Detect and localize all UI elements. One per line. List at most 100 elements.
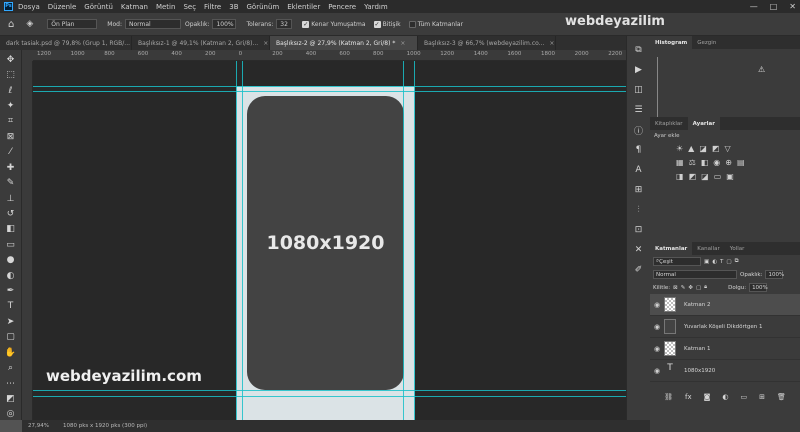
selective-color-icon[interactable]: ▣ [726, 172, 734, 181]
brush-tool-icon[interactable]: ✎ [5, 177, 17, 188]
filter-adjust-icon[interactable]: ◐ [712, 259, 717, 265]
filter-smart-icon[interactable]: ⧉ [735, 258, 739, 265]
close-button[interactable]: ✕ [789, 2, 796, 11]
menu-3d[interactable]: 3B [229, 3, 238, 11]
new-group-icon[interactable]: ▭ [741, 393, 748, 401]
tolerance-input[interactable]: 32 [276, 19, 293, 29]
dodge-tool-icon[interactable]: ◐ [5, 270, 17, 281]
menu-type[interactable]: Metin [156, 3, 175, 11]
menu-image[interactable]: Görüntü [84, 3, 113, 11]
type-tool-icon[interactable]: T [5, 301, 17, 312]
layer-row-rounded-rectangle[interactable]: ◉ Yuvarlak Köşeli Dikdörtgen 1 [650, 316, 800, 338]
visibility-eye-icon[interactable]: ◉ [650, 345, 664, 353]
new-layer-icon[interactable]: ⊞ [759, 393, 765, 401]
invert-icon[interactable]: ◨ [676, 172, 684, 181]
threshold-icon[interactable]: ◪ [701, 172, 709, 181]
delete-layer-icon[interactable]: 🗑︎ [777, 393, 786, 401]
gradient-tool-icon[interactable]: ▭ [5, 239, 17, 250]
close-icon[interactable]: × [400, 40, 405, 47]
frame-tool-icon[interactable]: ⊠ [5, 131, 17, 142]
zoom-level[interactable]: 27,94% [28, 423, 49, 429]
blur-tool-icon[interactable]: ● [5, 254, 17, 265]
zoom-tool-icon[interactable]: ⌕ [5, 362, 17, 373]
hue-saturation-icon[interactable]: ▦ [676, 158, 684, 167]
fill-input[interactable]: 100% [749, 283, 768, 292]
tab-untitled-3[interactable]: Başlıksız-3 @ 66,7% (webdeyazilim.co... × [418, 36, 556, 50]
history-brush-tool-icon[interactable]: ↺ [5, 208, 17, 219]
info-icon[interactable]: ⓘ [633, 124, 645, 137]
home-icon[interactable]: ⌂ [8, 19, 14, 30]
tab-channels[interactable]: Kanallar [692, 242, 724, 255]
menu-edit[interactable]: Düzenle [48, 3, 77, 11]
opacity-input[interactable]: 100% [212, 19, 237, 29]
menu-file[interactable]: Dosya [18, 3, 40, 11]
menu-view[interactable]: Görünüm [247, 3, 280, 11]
photo-filter-icon[interactable]: ◉ [713, 158, 720, 167]
fill-source-select[interactable]: Ön Plan [47, 19, 98, 29]
path-selection-tool-icon[interactable]: ➤ [5, 316, 17, 327]
filter-type-icon[interactable]: T [720, 259, 723, 265]
filter-shape-icon[interactable]: ▢ [726, 259, 731, 265]
tab-layers[interactable]: Katmanlar [650, 242, 693, 255]
lasso-tool-icon[interactable]: ℓ [5, 85, 17, 96]
levels-icon[interactable]: ▲ [688, 144, 694, 153]
tab-libraries[interactable]: Kitaplıklar [650, 117, 688, 130]
exposure-icon[interactable]: ◩ [712, 144, 720, 153]
menu-select[interactable]: Seç [183, 3, 196, 11]
layer-row-text[interactable]: ◉ T 1080x1920 [650, 360, 800, 382]
channels-sliders-icon[interactable]: ⫶ [633, 204, 645, 216]
color-swatches-icon[interactable]: ◩ [5, 393, 17, 404]
lock-paint-icon[interactable]: ✎ [681, 285, 686, 291]
visibility-eye-icon[interactable]: ◉ [650, 367, 664, 375]
color-balance-icon[interactable]: ⚖ [689, 158, 696, 167]
lock-artboard-icon[interactable]: ▢ [696, 285, 701, 291]
guide-vertical[interactable] [414, 61, 415, 420]
lock-all-icon[interactable]: 🔒︎ [704, 284, 707, 291]
tab-dark-taslak[interactable]: dark tasiak.psd @ 79,8% (Grup 1, RGB/...… [0, 36, 132, 50]
clone-stamp-tool-icon[interactable]: ⊥ [5, 193, 17, 204]
marquee-tool-icon[interactable]: ⬚ [5, 69, 17, 80]
layer-opacity-input[interactable]: 100% [765, 270, 784, 279]
crop-tool-icon[interactable]: ⌗ [5, 116, 17, 127]
color-lookup-icon[interactable]: ▤ [737, 158, 745, 167]
paragraph-icon[interactable]: ¶ [633, 144, 645, 156]
history-panel-icon[interactable]: ⧉ [633, 44, 645, 56]
document-artboard[interactable]: 1080x1920 [236, 86, 415, 420]
glyphs-icon[interactable]: ⊡ [633, 224, 645, 236]
pen-tool-icon[interactable]: ✒ [5, 285, 17, 296]
guide-vertical[interactable] [403, 61, 404, 420]
tools-cross-icon[interactable]: ✕ [633, 244, 645, 256]
menu-plugins[interactable]: Eklentiler [287, 3, 320, 11]
blend-mode-select[interactable]: Normal [653, 270, 737, 279]
vertical-ruler[interactable] [22, 61, 33, 420]
maximize-button[interactable]: □ [770, 2, 778, 11]
guide-vertical[interactable] [242, 61, 243, 420]
visibility-eye-icon[interactable]: ◉ [650, 323, 664, 331]
quick-mask-icon[interactable]: ◎ [5, 409, 17, 420]
magic-wand-tool-icon[interactable]: ✦ [5, 100, 17, 111]
brush-settings-icon[interactable]: ✐ [633, 264, 645, 276]
add-mask-icon[interactable]: ◙ [704, 393, 711, 401]
actions-play-icon[interactable]: ▶ [633, 64, 645, 76]
tab-adjustments[interactable]: Ayarlar [687, 117, 720, 130]
visibility-eye-icon[interactable]: ◉ [650, 301, 664, 309]
gradient-map-icon[interactable]: ▭ [714, 172, 722, 181]
canvas-area[interactable]: 1080x1920 webdeyazilim.com [33, 61, 650, 420]
guide-horizontal[interactable] [33, 91, 650, 92]
paint-bucket-tool-icon[interactable]: ◈ [26, 19, 33, 29]
more-tools-icon[interactable]: ⋯ [5, 378, 17, 389]
eyedropper-tool-icon[interactable]: ⁄ [5, 147, 17, 158]
channel-mixer-icon[interactable]: ⊕ [725, 158, 732, 167]
tab-untitled-2[interactable]: Başlıksız-2 @ 27,9% (Katman 2, Gri/8) * × [270, 36, 418, 50]
contiguous-checkbox[interactable]: ✓ [373, 20, 381, 28]
tab-navigator[interactable]: Gezgin [692, 36, 721, 49]
adjustments-sliders-icon[interactable]: ⊞ [633, 184, 645, 196]
tab-paths[interactable]: Yollar [725, 242, 750, 255]
guide-horizontal[interactable] [33, 86, 650, 87]
horizontal-ruler[interactable]: 1200 1000 800 600 400 200 0 200 400 600 800 1000 120… [33, 50, 650, 61]
layer-row-katman-2[interactable]: ◉ Katman 2 [650, 294, 800, 316]
guide-horizontal[interactable] [33, 390, 650, 391]
filter-pixel-icon[interactable]: ▣ [704, 259, 709, 265]
black-white-icon[interactable]: ◧ [701, 158, 709, 167]
tab-histogram[interactable]: Histogram [650, 36, 693, 49]
